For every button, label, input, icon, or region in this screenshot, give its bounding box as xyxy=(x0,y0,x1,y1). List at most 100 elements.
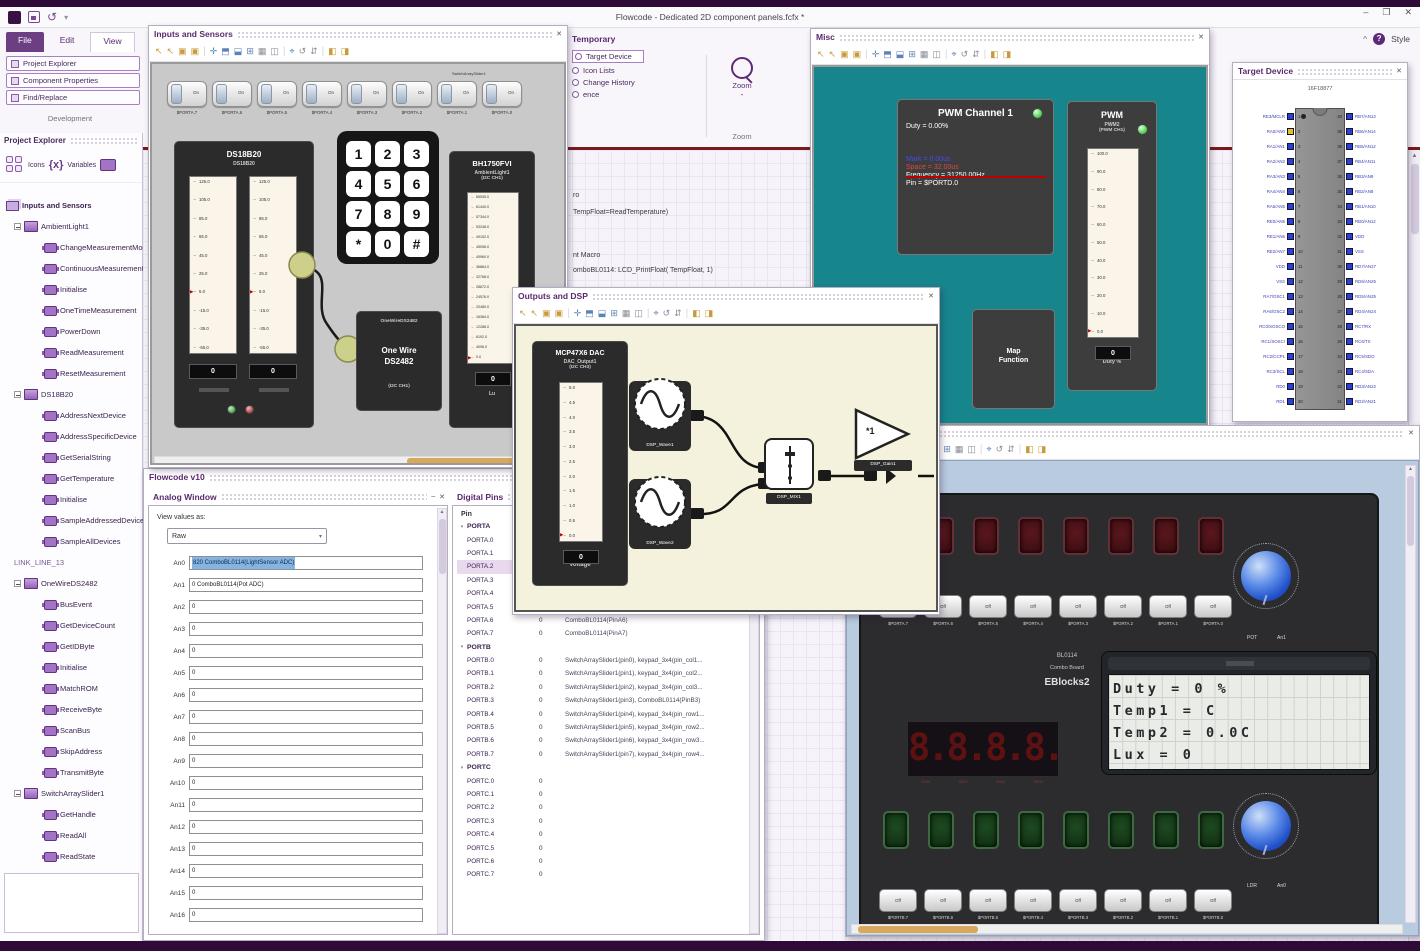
portb-toggle-button[interactable]: Off xyxy=(1104,889,1142,912)
chip-pin[interactable]: 28 RD5/AN25 xyxy=(1333,289,1407,304)
chip-pin[interactable]: 26 RC7/RX xyxy=(1333,319,1407,334)
chip-icon[interactable] xyxy=(100,159,117,171)
ribbon-tab[interactable]: Edit xyxy=(48,32,87,52)
tree-item[interactable]: BusEvent xyxy=(0,594,143,615)
chip-pin[interactable]: RC1/SOSCI 16 xyxy=(1235,334,1307,349)
tree-item[interactable]: GetSerialString xyxy=(0,447,143,468)
chip-pin[interactable]: 40 RB7/AN13 xyxy=(1333,109,1407,124)
digital-pin-row[interactable]: ▾ PORTC.4 0 xyxy=(457,828,759,841)
chip-pin[interactable]: RE0/AN5 8 xyxy=(1235,214,1307,229)
portb-toggle-button[interactable]: Off xyxy=(924,889,962,912)
panel-toolbar-icon[interactable]: ⌖ xyxy=(952,50,957,59)
portb-toggle-button[interactable]: Off xyxy=(1194,889,1232,912)
close-icon[interactable]: ✕ xyxy=(439,493,445,501)
panel-toolbar-icon[interactable]: | xyxy=(647,309,650,319)
panel-toolbar-icon[interactable]: ▦ xyxy=(258,47,267,56)
chip-pin[interactable]: RE2/AN7 10 xyxy=(1235,244,1307,259)
keypad-key[interactable]: 0 xyxy=(375,231,400,257)
close-icon[interactable]: ✕ xyxy=(1408,429,1414,437)
toggle-switch[interactable]: On xyxy=(437,81,477,107)
digital-pin-row[interactable]: ▾ PORTC xyxy=(457,761,759,774)
chip-pin[interactable]: 31 VSS xyxy=(1333,244,1407,259)
toggle-switch[interactable]: On xyxy=(347,81,387,107)
voltage-value[interactable]: 0 xyxy=(563,550,599,564)
zoom-minus-button[interactable]: - xyxy=(712,90,772,99)
dsp-wave2-component[interactable]: DSP_Wave2 xyxy=(629,476,691,549)
pot-knob[interactable] xyxy=(1233,543,1299,609)
portb-toggle-button[interactable]: Off xyxy=(1014,889,1052,912)
dsp-gain-component[interactable]: *1 DSP_Gain1 xyxy=(854,408,924,480)
chip-pin[interactable]: RA5/AN5 7 xyxy=(1235,199,1307,214)
porta-toggle-button[interactable]: Off xyxy=(1104,595,1142,618)
style-button[interactable]: Style xyxy=(1391,34,1410,44)
duty-scale[interactable]: 100.0 90.0 80.0 70.0 60.0 50.0 40.0 30.0 20.0 10.… xyxy=(1087,148,1139,338)
lux-value[interactable]: 0 xyxy=(475,372,511,386)
panel-toolbar-icon[interactable]: | xyxy=(865,50,868,60)
panel-toolbar-icon[interactable]: ↖ xyxy=(531,309,539,318)
tree-item[interactable]: MatchROM xyxy=(0,678,143,699)
tree-item[interactable]: ReadState xyxy=(0,846,143,867)
switch-lever[interactable] xyxy=(216,84,227,104)
digital-pin-row[interactable]: ▾ PORTB.0 0 SwitchArraySlider1(pin0), ke… xyxy=(457,654,759,667)
panel-toolbar-icon[interactable]: ↺ xyxy=(663,309,671,318)
panel-drag-dots[interactable] xyxy=(1297,67,1393,75)
chip-pin[interactable]: RA6/OSC2 14 xyxy=(1235,304,1307,319)
keypad-key[interactable]: # xyxy=(404,231,429,257)
panel-toolbar-icon[interactable]: ⬓ xyxy=(896,50,905,59)
panel-toolbar-icon[interactable]: ◧ xyxy=(1025,445,1034,454)
collapse-ribbon-icon[interactable]: ^ xyxy=(1363,34,1367,44)
portb-toggle-button[interactable]: Off xyxy=(969,889,1007,912)
digital-pin-row[interactable]: ▾ PORTC.7 0 xyxy=(457,868,759,881)
digital-pin-row[interactable]: ▾ PORTC.5 0 xyxy=(457,841,759,854)
panel-toolbar-icon[interactable]: ◧ xyxy=(692,309,701,318)
channel-value-input[interactable]: 0 xyxy=(189,732,423,746)
chip-pin[interactable]: RD1 20 xyxy=(1235,394,1307,409)
channel-value-input[interactable]: 0 xyxy=(189,842,423,856)
chip-pin[interactable]: RA7/OSC1 13 xyxy=(1235,289,1307,304)
panel-toolbar-icon[interactable]: ↖ xyxy=(167,47,175,56)
panel-toolbar-icon[interactable]: | xyxy=(567,309,570,319)
ribbon-button[interactable]: Project Explorer xyxy=(6,56,140,71)
tree-expander-icon[interactable] xyxy=(14,580,21,587)
tree-item[interactable]: Initialise xyxy=(0,279,143,300)
portb-toggle-button[interactable]: Off xyxy=(1059,889,1097,912)
digital-pin-row[interactable]: ▾ PORTC.6 0 xyxy=(457,855,759,868)
toggle-switch[interactable]: On xyxy=(482,81,522,107)
digital-pin-row[interactable]: ▾ PORTB.4 0 SwitchArraySlider1(pin4), ke… xyxy=(457,707,759,720)
panel-drag-dots[interactable] xyxy=(220,493,428,500)
duty-value[interactable]: 0 xyxy=(1095,346,1131,360)
panel-drag-dots[interactable] xyxy=(838,33,1195,41)
chip-pin[interactable]: 29 RD6/AN26 xyxy=(1333,274,1407,289)
keypad-key[interactable]: 4 xyxy=(346,171,371,197)
porta-toggle-button[interactable]: Off xyxy=(1149,595,1187,618)
keypad-key[interactable]: 1 xyxy=(346,141,371,167)
switch-lever[interactable] xyxy=(261,84,272,104)
chip-pin[interactable]: RE1/AN6 9 xyxy=(1235,229,1307,244)
digital-pin-row[interactable]: ▾ PORTB xyxy=(457,641,759,654)
switch-lever[interactable] xyxy=(486,84,497,104)
channel-value-input[interactable]: 0 ComboBL0114(Pot ADC) xyxy=(189,578,423,592)
tree-item[interactable]: AddressNextDevice xyxy=(0,405,143,426)
porta-toggle-button[interactable]: Off xyxy=(1014,595,1052,618)
chip-pin[interactable]: 30 RD7/AN27 xyxy=(1333,259,1407,274)
tree-expander-icon[interactable] xyxy=(14,790,21,797)
chip-pin[interactable]: 33 RB0/AN12 xyxy=(1333,214,1407,229)
tree-item[interactable]: ChangeMeasurementMode xyxy=(0,237,143,258)
panel-toolbar-icon[interactable]: ⊞ xyxy=(246,47,254,56)
panel-toolbar-icon[interactable]: ◫ xyxy=(932,50,941,59)
channel-value-input[interactable]: 0 xyxy=(189,776,423,790)
keypad-key[interactable]: 8 xyxy=(375,201,400,227)
close-button[interactable]: ✕ xyxy=(1404,7,1412,18)
view-toggle-item[interactable]: Target Device xyxy=(572,50,644,63)
temperature-scale-1[interactable]: 125.0 105.0 85.0 65.0 45.0 25.0 5.0 -15.0 -35.0 -… xyxy=(189,176,237,354)
panel-toolbar-icon[interactable]: ⬓ xyxy=(598,309,607,318)
chip-pin[interactable]: VDD 11 xyxy=(1235,259,1307,274)
close-icon[interactable]: ✕ xyxy=(556,30,562,38)
scroll-up-icon[interactable]: ▲ xyxy=(1409,153,1420,159)
digital-pin-row[interactable]: ▾ PORTB.1 0 SwitchArraySlider1(pin1), ke… xyxy=(457,667,759,680)
panel-toolbar-icon[interactable]: ◫ xyxy=(634,309,643,318)
digital-pin-row[interactable]: ▾ PORTB.7 0 SwitchArraySlider1(pin7), ke… xyxy=(457,748,759,761)
channel-value-input[interactable]: 0 xyxy=(189,886,423,900)
zoom-icon[interactable] xyxy=(731,57,753,79)
ribbon-tab[interactable]: File xyxy=(6,32,44,52)
